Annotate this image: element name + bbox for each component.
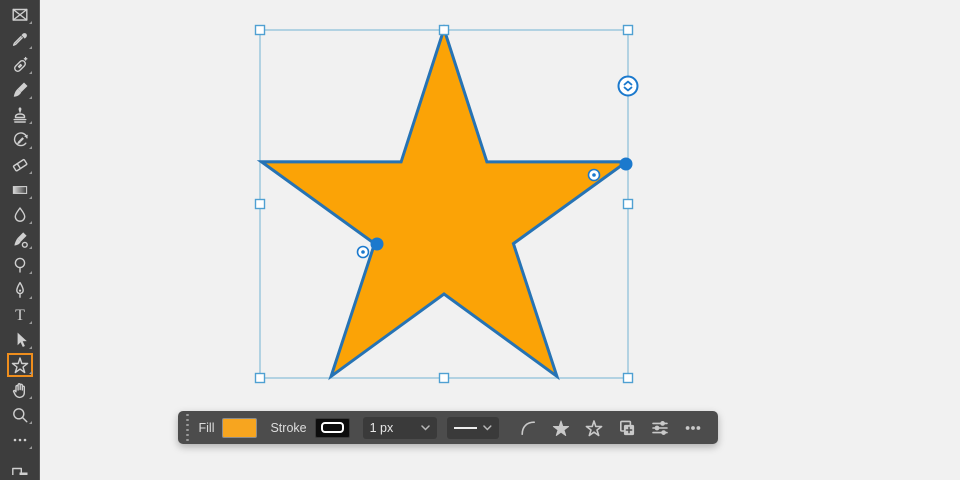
arrow-icon [10, 330, 30, 350]
outline-star-button[interactable] [581, 415, 607, 441]
gradient-icon [10, 180, 30, 200]
star-icon [10, 355, 30, 375]
radius-control-dot[interactable] [371, 238, 384, 251]
eraser-icon [10, 155, 30, 175]
chevron-down-icon [483, 425, 492, 431]
tool-eyedropper[interactable] [0, 27, 40, 52]
shape-option-buttons [515, 415, 706, 441]
drag-handle[interactable] [186, 414, 189, 442]
ellipsis-icon [10, 430, 30, 450]
stroke-width-value: 1 px [370, 421, 421, 435]
transform-handle[interactable] [624, 26, 633, 35]
target-ring-dot [592, 173, 596, 177]
tool-more-tools[interactable] [0, 427, 40, 452]
svg-text:T: T [15, 307, 25, 324]
properties-button[interactable] [647, 415, 673, 441]
canvas[interactable] [0, 0, 960, 480]
shape-options-bar: Fill Stroke 1 px [178, 411, 718, 444]
pen-icon [10, 280, 30, 300]
tool-crossed-box[interactable] [0, 2, 40, 27]
filled-star-icon [551, 418, 571, 438]
stamp-icon [10, 105, 30, 125]
outline-star-icon [584, 418, 604, 438]
duplicate-shape-icon [617, 418, 637, 438]
tool-path-selection[interactable] [0, 327, 40, 352]
fill-color-swatch[interactable] [222, 418, 257, 438]
rotate-widget[interactable] [619, 77, 638, 96]
chevron-down-icon [421, 425, 430, 431]
tool-hand[interactable] [0, 377, 40, 402]
brush-icon [10, 80, 30, 100]
type-icon: T [10, 305, 30, 325]
more-options-button[interactable] [680, 415, 706, 441]
transform-handle[interactable] [256, 374, 265, 383]
stroke-type-dropdown[interactable] [447, 417, 499, 439]
transform-handle[interactable] [440, 374, 449, 383]
tool-color-swatches[interactable] [0, 452, 40, 477]
dodge-icon [10, 255, 30, 275]
tool-zoom[interactable] [0, 402, 40, 427]
tool-star-shape[interactable] [0, 352, 40, 377]
corner-radius-button[interactable] [515, 415, 541, 441]
transform-handle[interactable] [256, 26, 265, 35]
transform-handle[interactable] [624, 374, 633, 383]
stroke-label: Stroke [270, 421, 306, 435]
history-brush-icon [10, 130, 30, 150]
crossed-box-icon [10, 5, 30, 25]
tools-panel: T [0, 0, 40, 480]
stroke-color-swatch[interactable] [315, 418, 350, 438]
magnifier-icon [10, 405, 30, 425]
stroke-width-dropdown[interactable]: 1 px [363, 417, 437, 439]
tool-clone-stamp[interactable] [0, 102, 40, 127]
tool-brush[interactable] [0, 77, 40, 102]
radius-control-dot[interactable] [620, 158, 633, 171]
eyedropper-icon [10, 30, 30, 50]
transform-handle[interactable] [256, 200, 265, 209]
sliders-icon [650, 418, 670, 438]
tool-blur[interactable] [0, 202, 40, 227]
swatches-icon [10, 455, 30, 475]
tool-eraser[interactable] [0, 152, 40, 177]
tool-type[interactable]: T [0, 302, 40, 327]
tool-spot-healing[interactable] [0, 52, 40, 77]
transform-handle[interactable] [440, 26, 449, 35]
application-window: T [0, 0, 960, 480]
mixer-brush-icon [10, 230, 30, 250]
target-ring-dot [361, 250, 365, 254]
bandaid-icon [10, 55, 30, 75]
tool-gradient[interactable] [0, 177, 40, 202]
tool-mixer-brush[interactable] [0, 227, 40, 252]
transform-handle[interactable] [624, 200, 633, 209]
tool-pen[interactable] [0, 277, 40, 302]
tool-dodge[interactable] [0, 252, 40, 277]
solid-line-preview [454, 427, 477, 429]
corner-arc-icon [518, 418, 538, 438]
duplicate-shape-button[interactable] [614, 415, 640, 441]
ellipsis-icon [683, 418, 703, 438]
stroke-style-preview [321, 422, 344, 433]
tool-history-brush[interactable] [0, 127, 40, 152]
filled-star-button[interactable] [548, 415, 574, 441]
fill-label: Fill [199, 421, 215, 435]
droplet-icon [10, 205, 30, 225]
star-shape[interactable] [261, 29, 626, 376]
hand-icon [10, 380, 30, 400]
